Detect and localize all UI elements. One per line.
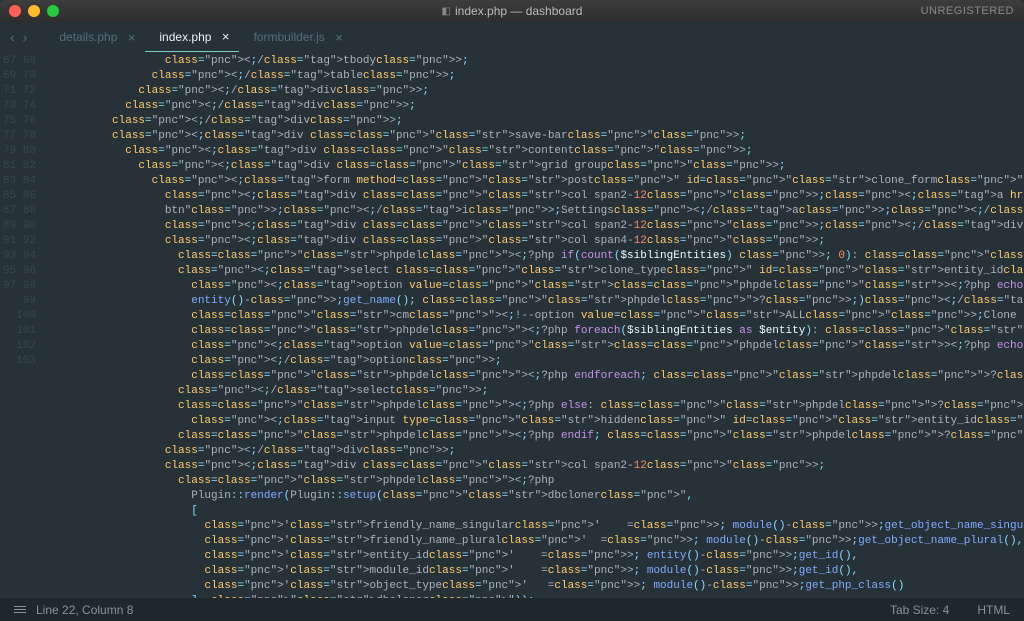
tab-close-icon[interactable]: × — [128, 30, 136, 45]
tab-close-icon[interactable]: × — [335, 30, 343, 45]
titlebar: ◧ index.php — dashboard UNREGISTERED — [0, 0, 1024, 22]
tab-label: formbuilder.js — [253, 30, 324, 44]
tab-label: details.php — [59, 30, 117, 44]
tab-close-icon[interactable]: × — [222, 29, 230, 44]
statusbar: Line 22, Column 8 Tab Size: 4 HTML — [0, 598, 1024, 621]
document-icon: ◧ — [442, 6, 451, 17]
tab-size[interactable]: Tab Size: 4 — [890, 603, 949, 617]
tab-index.php[interactable]: index.php × — [145, 22, 239, 52]
unregistered-label: UNREGISTERED — [921, 5, 1014, 17]
cursor-position[interactable]: Line 22, Column 8 — [36, 603, 133, 617]
window-title: ◧ index.php — dashboard — [0, 4, 1024, 18]
editor[interactable]: 67 68 69 70 71 72 73 74 75 76 77 78 79 8… — [0, 52, 1024, 598]
syntax-mode[interactable]: HTML — [977, 603, 1010, 617]
code-area[interactable]: class="pnc"><;/class="tag">tbodyclass="p… — [46, 52, 1024, 598]
tab-label: index.php — [159, 30, 211, 44]
tabbar: ‹ › details.php×index.php×formbuilder.js… — [0, 22, 1024, 52]
tab-details.php[interactable]: details.php × — [45, 22, 145, 52]
nav-forward-icon[interactable]: › — [23, 29, 28, 45]
tab-formbuilder.js[interactable]: formbuilder.js × — [239, 22, 352, 52]
nav-back-icon[interactable]: ‹ — [10, 29, 15, 45]
gutter: 67 68 69 70 71 72 73 74 75 76 77 78 79 8… — [0, 52, 46, 598]
menu-icon[interactable] — [14, 606, 26, 613]
